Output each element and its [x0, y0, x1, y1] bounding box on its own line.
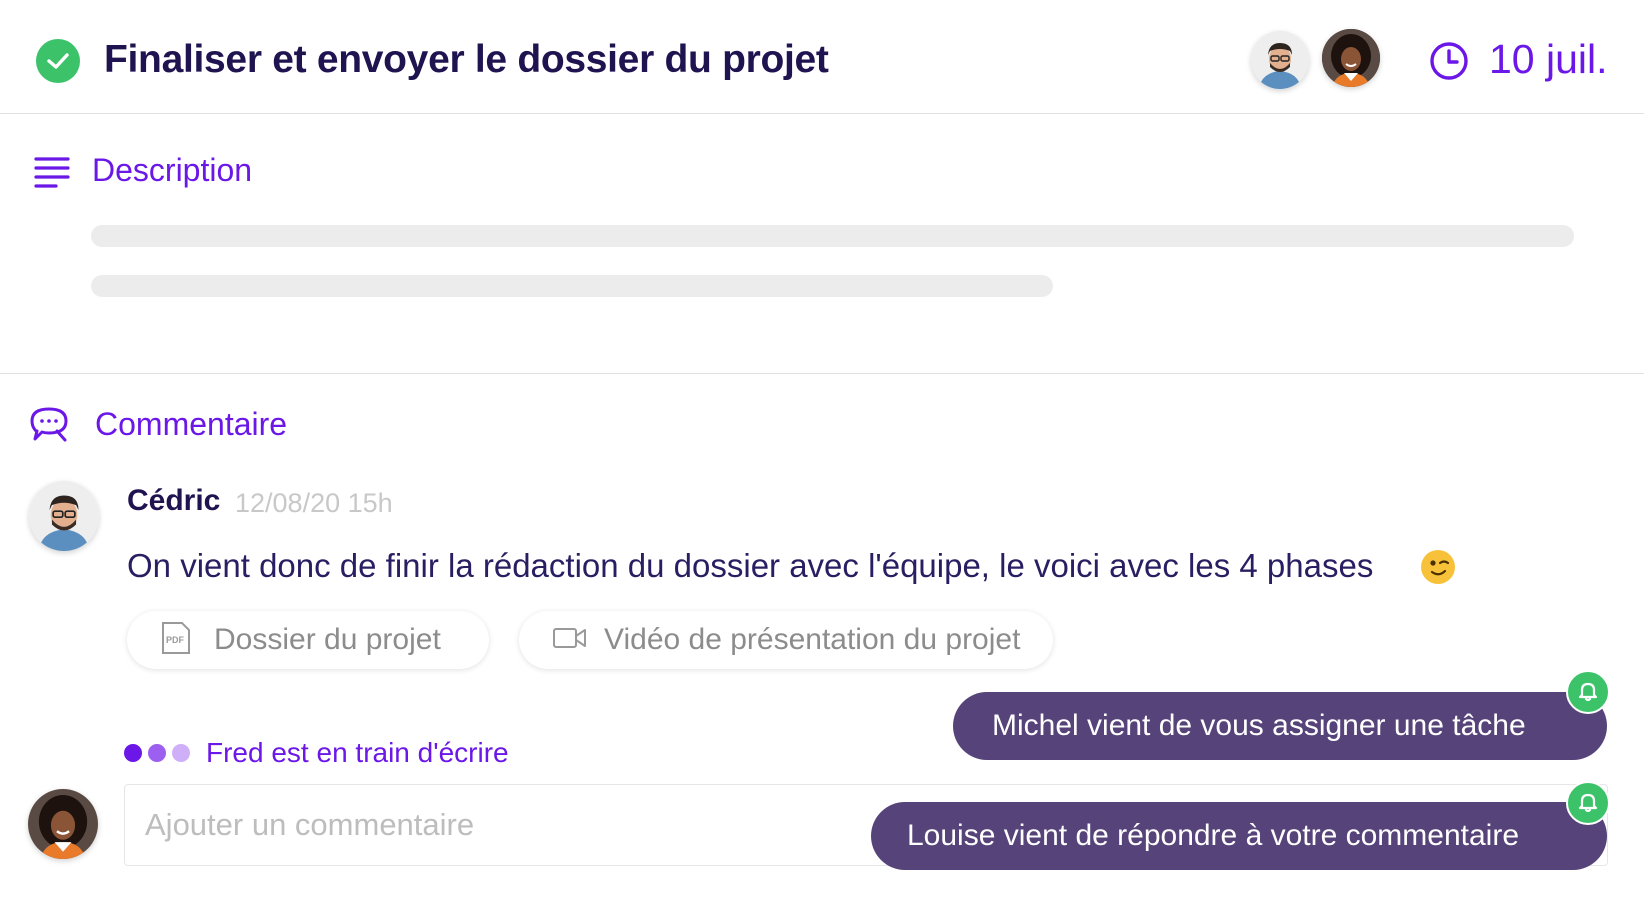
typing-indicator: Fred est en train d'écrire: [124, 737, 509, 769]
task-complete-check-icon[interactable]: [36, 39, 80, 83]
clock-icon: [1429, 41, 1469, 86]
notification-toast[interactable]: Louise vient de répondre à votre comment…: [871, 802, 1607, 870]
description-heading: Description: [92, 152, 253, 188]
chat-bubble-icon: [30, 405, 70, 448]
typing-dot: [148, 744, 166, 762]
assignee-avatar-cedric[interactable]: [1251, 31, 1309, 89]
notification-toast[interactable]: Michel vient de vous assigner une tâche: [953, 692, 1607, 760]
typing-status: est en train d'écrire: [271, 737, 509, 768]
current-user-avatar: [28, 789, 98, 859]
attachment-label: Dossier du projet: [214, 623, 441, 656]
due-date[interactable]: 10 juil.: [1489, 36, 1608, 83]
attachment-pdf[interactable]: PDF Dossier du projet: [127, 611, 489, 669]
wink-emoji-icon: [1421, 550, 1455, 584]
notification-text: Michel vient de vous assigner une tâche: [992, 709, 1526, 742]
description-placeholder-line[interactable]: [91, 225, 1574, 247]
comment-author[interactable]: Cédric: [127, 484, 220, 518]
typing-dot: [124, 744, 142, 762]
comment-body: On vient donc de finir la rédaction du d…: [127, 547, 1374, 584]
task-title[interactable]: Finaliser et envoyer le dossier du proje…: [104, 38, 829, 82]
typing-user: Fred: [206, 737, 264, 768]
assignee-avatar-louise[interactable]: [1322, 29, 1380, 87]
pdf-file-icon: PDF: [160, 621, 192, 660]
video-camera-icon: [552, 626, 588, 655]
attachment-label: Vidéo de présentation du projet: [604, 623, 1021, 656]
comment-timestamp: 12/08/20 15h: [235, 488, 393, 518]
comments-heading: Commentaire: [95, 406, 288, 442]
description-placeholder-line[interactable]: [91, 275, 1053, 297]
notification-text: Louise vient de répondre à votre comment…: [907, 819, 1520, 852]
svg-text:PDF: PDF: [166, 635, 185, 645]
comment-author-avatar: [29, 481, 99, 551]
typing-dot: [172, 744, 190, 762]
attachment-video[interactable]: Vidéo de présentation du projet: [519, 611, 1053, 669]
bell-icon: [1566, 781, 1610, 825]
section-divider: [0, 373, 1644, 374]
bell-icon: [1566, 670, 1610, 714]
text-lines-icon: [34, 156, 70, 193]
